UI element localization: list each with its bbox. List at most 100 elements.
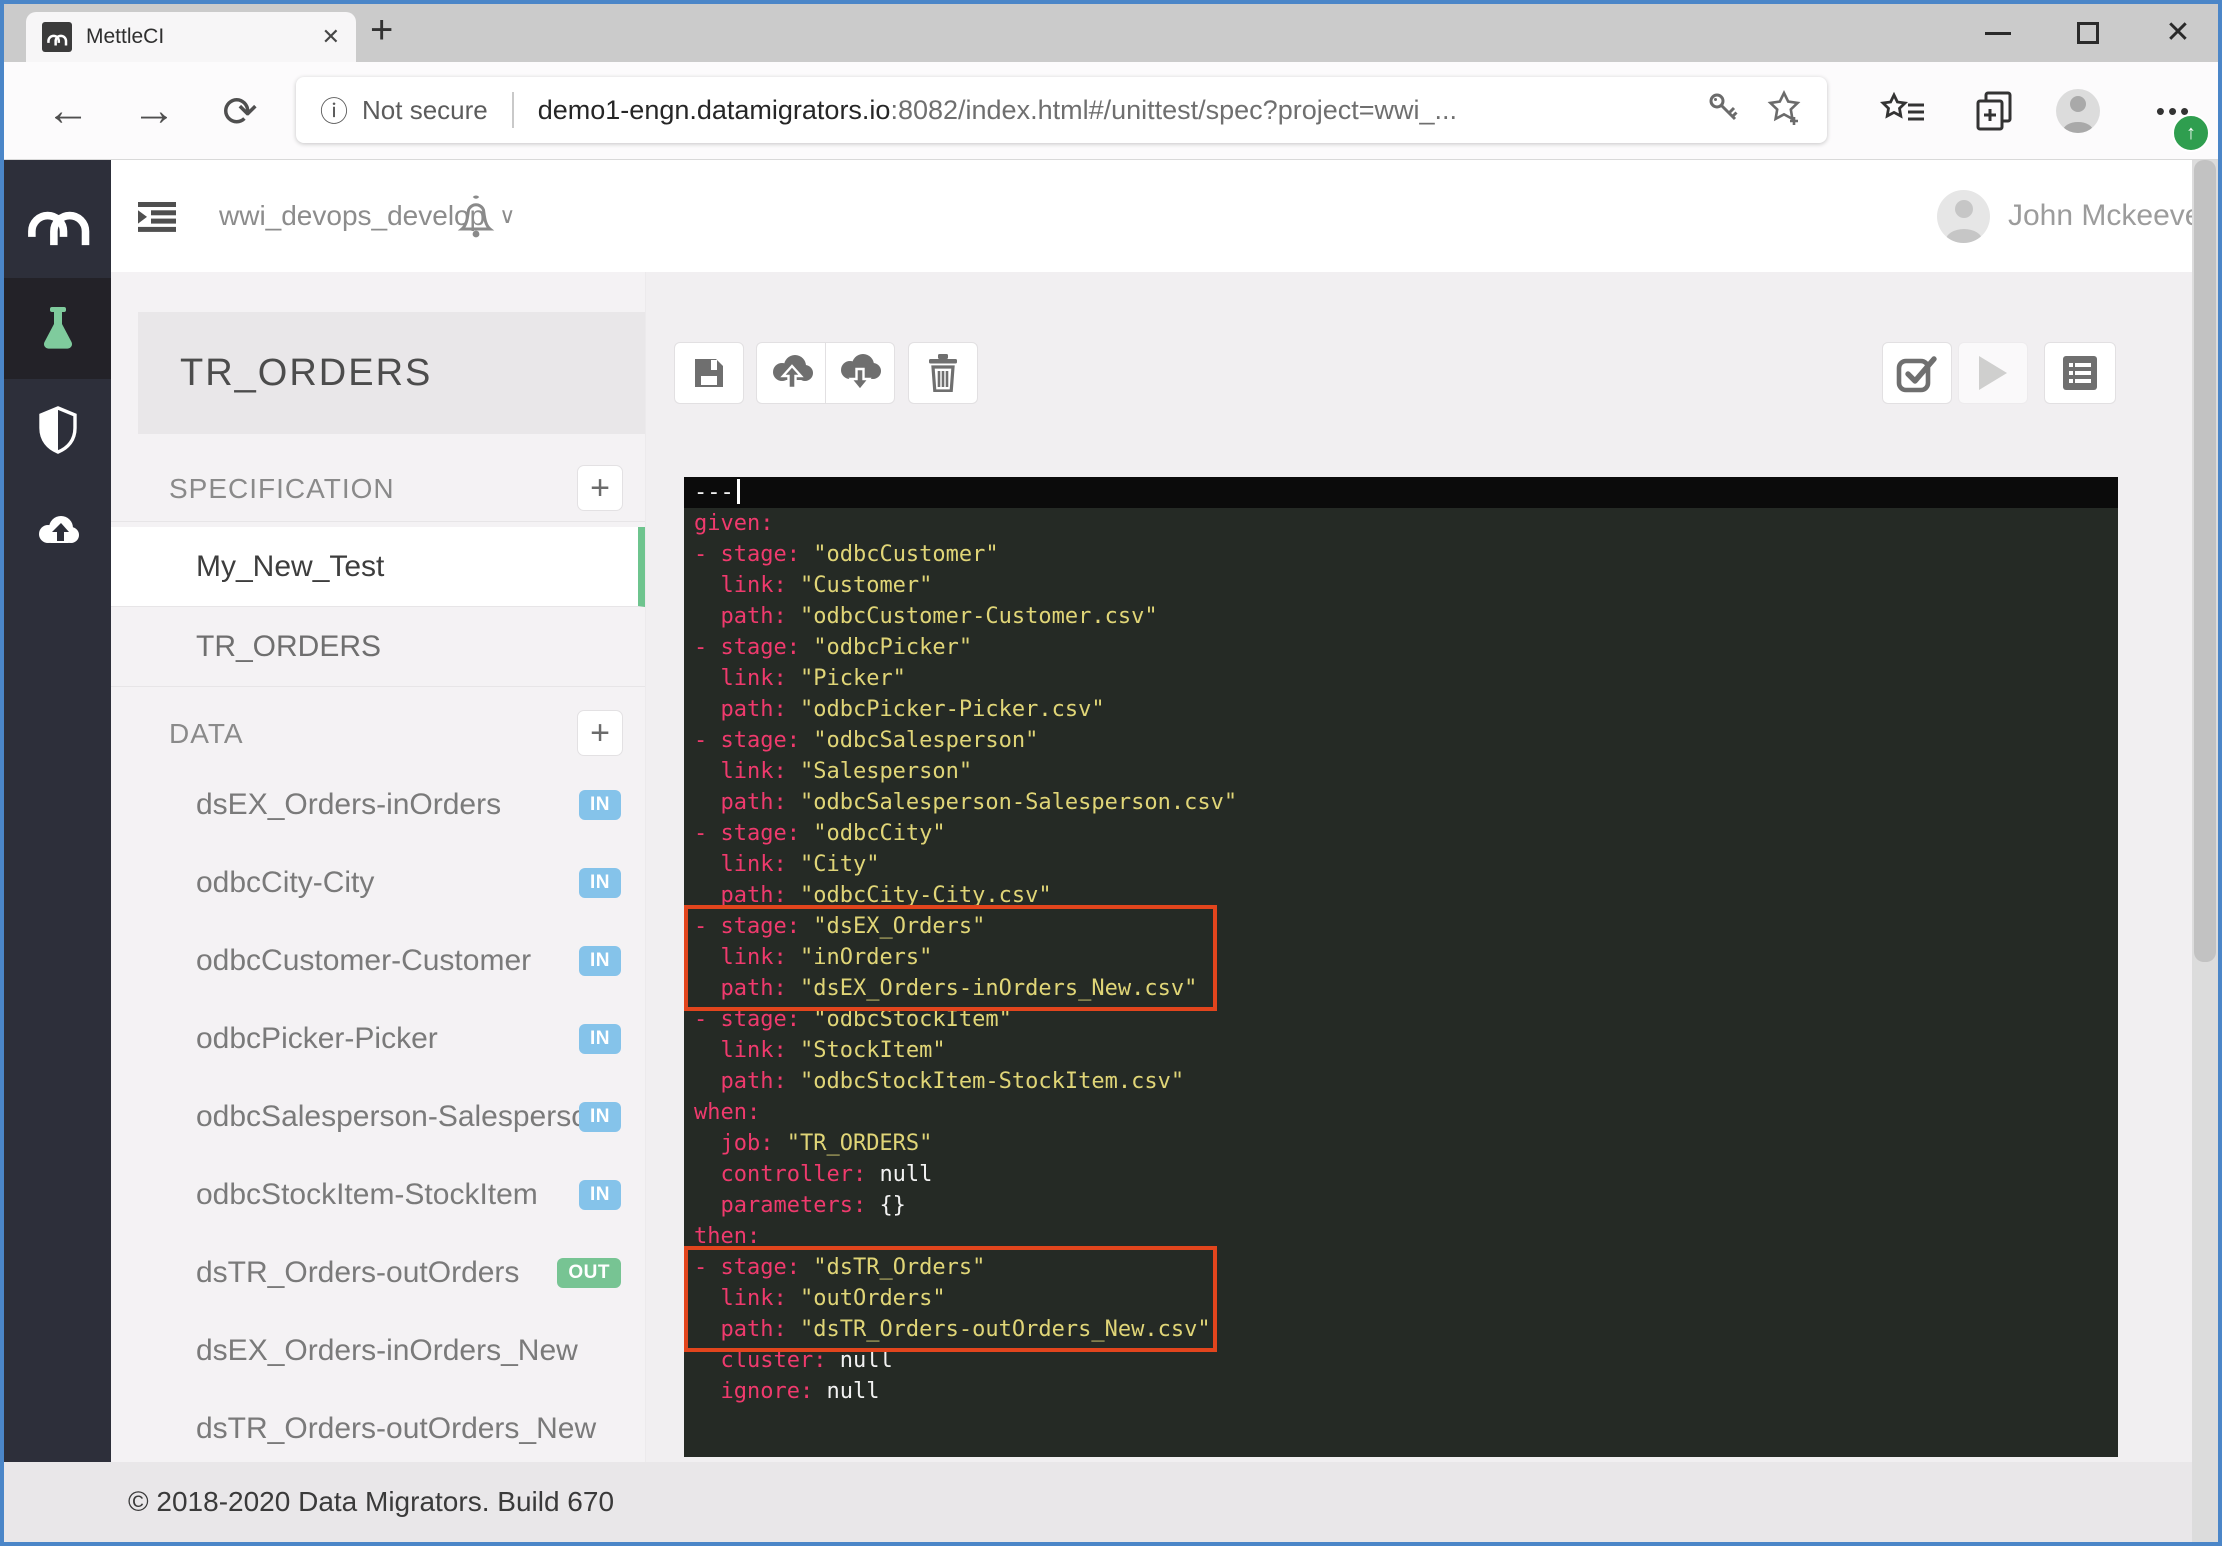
play-icon	[1978, 355, 2008, 391]
list-item[interactable]: dsTR_Orders-outOrders_New	[111, 1390, 645, 1462]
code-line: then:	[684, 1221, 2118, 1252]
code-segment: link:	[694, 666, 800, 691]
scrollbar-thumb[interactable]	[2194, 160, 2216, 962]
code-segment: path:	[694, 883, 800, 908]
cloud-upload-icon	[769, 354, 815, 392]
address-bar[interactable]: ⓘ Not secure demo1-engn.datamigrators.io…	[296, 77, 1827, 143]
section-header-specification: SPECIFICATION +	[111, 457, 645, 522]
forward-button[interactable]: →	[126, 62, 182, 160]
list-item-label: dsTR_Orders-outOrders_New	[196, 1412, 596, 1446]
code-line: path: "odbcSalesperson-Salesperson.csv"	[684, 787, 2118, 818]
code-line: - stage: "dsEX_Orders"	[684, 911, 2118, 942]
yaml-spec-editor[interactable]: ---given:- stage: "odbcCustomer" link: "…	[684, 477, 2118, 1457]
specification-list: My_New_Test TR_ORDERS	[111, 527, 645, 687]
code-segment: "TR_ORDERS"	[787, 1131, 933, 1156]
code-segment: "outOrders"	[800, 1286, 946, 1311]
browser-profile-avatar[interactable]	[2050, 62, 2106, 160]
list-item[interactable]: TR_ORDERS	[111, 607, 645, 687]
code-segment: "Picker"	[800, 666, 906, 691]
list-item-label: odbcCustomer-Customer	[196, 944, 531, 978]
browser-titlebar: MettleCI ✕ + ✕	[4, 4, 2218, 62]
favorites-bar-icon[interactable]	[1876, 62, 1932, 160]
rail-item-unit-test[interactable]	[4, 278, 111, 379]
code-segment: "odbcStockItem-StockItem.csv"	[800, 1069, 1184, 1094]
code-segment: null	[826, 1379, 879, 1404]
app-header: wwi_devops_develop ∨ John Mckeever	[4, 160, 2218, 272]
upload-button[interactable]	[756, 342, 826, 404]
cloud-upload-icon	[35, 513, 81, 549]
code-segment: ignore:	[694, 1379, 826, 1404]
list-item[interactable]: dsEX_Orders-inOrders_New	[111, 1312, 645, 1390]
list-item[interactable]: odbcCustomer-Customer IN	[111, 922, 645, 1000]
list-item[interactable]: odbcPicker-PickerIN	[111, 1000, 645, 1078]
code-segment: link:	[694, 759, 800, 784]
list-item[interactable]: My_New_Test	[111, 527, 645, 607]
add-data-button[interactable]: +	[577, 710, 623, 756]
io-badge: IN	[579, 1024, 621, 1054]
app-content: wwi_devops_develop ∨ John Mckeever	[4, 160, 2218, 1542]
save-button[interactable]	[674, 342, 744, 404]
sidebar-collapse-button[interactable]	[138, 202, 176, 237]
add-specification-button[interactable]: +	[577, 465, 623, 511]
list-item[interactable]: dsTR_Orders-outOrdersOUT	[111, 1234, 645, 1312]
code-segment: "odbcPicker"	[813, 635, 972, 660]
section-label: DATA	[169, 718, 244, 750]
list-item[interactable]: odbcSalesperson-SalespersonIN	[111, 1078, 645, 1156]
code-segment: "dsTR_Orders-outOrders_New.csv"	[800, 1317, 1211, 1342]
code-line: link: "City"	[684, 849, 2118, 880]
report-list-icon	[2061, 354, 2099, 392]
browser-tab[interactable]: MettleCI ✕	[26, 12, 356, 62]
code-line: ---	[684, 477, 2118, 508]
rail-item-compliance[interactable]	[4, 379, 111, 480]
validate-button[interactable]	[1882, 342, 1952, 404]
code-segment: path:	[694, 604, 800, 629]
maximize-button[interactable]	[2066, 4, 2110, 62]
code-segment: "dsEX_Orders"	[813, 914, 985, 939]
check-square-icon	[1896, 353, 1938, 393]
reload-button[interactable]: ⟳	[212, 62, 268, 160]
code-segment: "odbcPicker-Picker.csv"	[800, 697, 1105, 722]
list-item-label: My_New_Test	[196, 550, 384, 584]
list-item-label: dsEX_Orders-inOrders_New	[196, 1334, 578, 1368]
code-segment: "StockItem"	[800, 1038, 946, 1063]
back-button[interactable]: ←	[40, 62, 96, 160]
password-key-icon[interactable]	[1707, 91, 1741, 130]
io-badge: IN	[579, 946, 621, 976]
code-line: path: "odbcCustomer-Customer.csv"	[684, 601, 2118, 632]
new-tab-button[interactable]: +	[370, 8, 393, 53]
download-button[interactable]	[825, 342, 895, 404]
tab-close-icon[interactable]: ✕	[322, 24, 340, 50]
code-segment: - stage:	[694, 542, 813, 567]
code-segment: link:	[694, 945, 800, 970]
project-selector-label: wwi_devops_develop	[219, 200, 485, 232]
code-line: link: "Salesperson"	[684, 756, 2118, 787]
code-segment: "City"	[800, 852, 879, 877]
info-icon[interactable]: ⓘ	[320, 90, 348, 130]
delete-button[interactable]	[908, 342, 978, 404]
code-line: path: "dsEX_Orders-inOrders_New.csv"	[684, 973, 2118, 1004]
code-line: link: "Picker"	[684, 663, 2118, 694]
list-item[interactable]: odbcCity-CityIN	[111, 844, 645, 922]
add-favorite-star-icon[interactable]	[1767, 90, 1803, 131]
close-button[interactable]: ✕	[2156, 4, 2200, 62]
minimize-button[interactable]	[1976, 4, 2020, 62]
code-segment: - stage:	[694, 821, 813, 846]
user-menu[interactable]: John Mckeever	[1937, 160, 2211, 272]
minimize-icon	[1985, 32, 2011, 35]
list-item[interactable]: dsEX_Orders-inOrdersIN	[111, 766, 645, 844]
rail-item-deploy[interactable]	[4, 480, 111, 581]
page-scrollbar[interactable]	[2192, 160, 2218, 1542]
notifications-bell-button[interactable]	[454, 193, 498, 246]
code-segment: job:	[694, 1131, 787, 1156]
browser-menu-button[interactable]: ••• ↑	[2146, 62, 2202, 160]
collections-icon[interactable]	[1966, 62, 2022, 160]
report-button[interactable]	[2044, 342, 2116, 404]
url-text[interactable]: demo1-engn.datamigrators.io:8082/index.h…	[538, 95, 1681, 126]
list-item[interactable]: odbcStockItem-StockItemIN	[111, 1156, 645, 1234]
code-line: parameters: {}	[684, 1190, 2118, 1221]
mettleci-logo[interactable]	[4, 160, 111, 278]
code-segment: path:	[694, 697, 800, 722]
code-line: - stage: "odbcStockItem"	[684, 1004, 2118, 1035]
run-button[interactable]	[1958, 342, 2028, 404]
code-segment: "odbcCity-City.csv"	[800, 883, 1052, 908]
